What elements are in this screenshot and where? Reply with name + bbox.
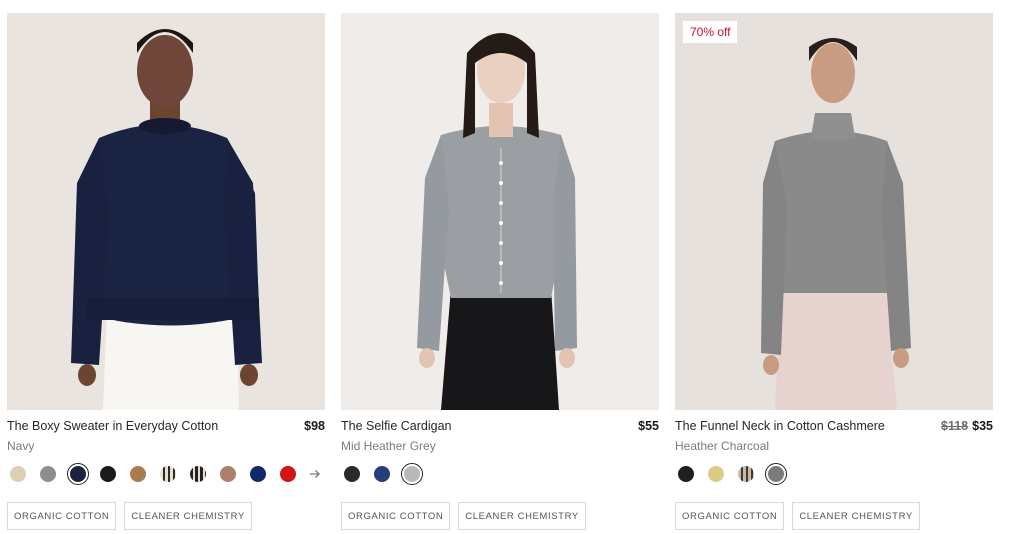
tag-cleaner-chemistry[interactable]: Cleaner Chemistry [458,502,586,530]
product-title[interactable]: The Selfie Cardigan [341,419,451,433]
stripe-black-swatch[interactable] [187,463,209,485]
product-title[interactable]: The Funnel Neck in Cotton Cashmere [675,419,885,433]
navy-swatch[interactable] [67,463,89,485]
tag-organic-cotton[interactable]: Organic Cotton [675,502,785,530]
product-card[interactable]: 70% off The Funnel Neck in Cotton Cashme… [675,13,993,530]
stripe-swatch[interactable] [735,463,757,485]
red-swatch[interactable] [277,463,299,485]
swatch-color-dot [738,466,754,482]
swatch-color-dot [344,466,360,482]
product-price: $55 [638,419,659,433]
heather-grey-swatch[interactable] [401,463,423,485]
black-swatch[interactable] [341,463,363,485]
rose-brown-swatch[interactable] [217,463,239,485]
product-price: $98 [304,419,325,433]
selected-color-name: Mid Heather Grey [341,439,436,453]
swatch-color-dot [280,466,296,482]
black-swatch[interactable] [97,463,119,485]
swatch-color-dot [190,466,206,482]
selected-color-name: Heather Charcoal [675,439,770,453]
color-swatches [7,463,325,485]
swatch-color-dot [70,466,86,482]
swatch-color-dot [768,466,784,482]
swatch-color-dot [374,466,390,482]
swatch-color-dot [250,466,266,482]
product-image[interactable] [7,13,325,410]
product-card[interactable]: The Selfie Cardigan $55 Mid Heather Grey… [341,13,659,530]
product-tags: Organic Cotton Cleaner Chemistry [341,502,659,530]
royal-navy-swatch[interactable] [247,463,269,485]
original-price: $118 [941,419,969,433]
stripe-cream-swatch[interactable] [157,463,179,485]
swatch-color-dot [220,466,236,482]
swatch-color-dot [708,466,724,482]
swatch-color-dot [40,466,56,482]
navy-swatch[interactable] [371,463,393,485]
oat-swatch[interactable] [7,463,29,485]
swatch-color-dot [10,466,26,482]
product-image[interactable]: 70% off [675,13,993,410]
product-title[interactable]: The Boxy Sweater in Everyday Cotton [7,419,218,433]
product-price: $118 $35 [941,419,993,433]
sale-price: $35 [972,419,993,433]
swatch-color-dot [130,466,146,482]
swatch-color-dot [678,466,694,482]
swatch-color-dot [100,466,116,482]
color-swatches [675,463,993,485]
heather-charcoal-swatch[interactable] [765,463,787,485]
sale-badge: 70% off [683,21,738,43]
tag-organic-cotton[interactable]: Organic Cotton [7,502,117,530]
wheat-swatch[interactable] [705,463,727,485]
grey-swatch[interactable] [37,463,59,485]
selected-color-name: Navy [7,439,35,453]
swatch-color-dot [160,466,176,482]
product-image[interactable] [341,13,659,410]
tag-organic-cotton[interactable]: Organic Cotton [341,502,451,530]
tag-cleaner-chemistry[interactable]: Cleaner Chemistry [124,502,252,530]
product-tags: Organic Cotton Cleaner Chemistry [675,502,993,530]
color-swatches [341,463,659,485]
arrow-right-icon[interactable] [307,463,323,485]
black-swatch[interactable] [675,463,697,485]
product-tags: Organic Cotton Cleaner Chemistry [7,502,325,530]
product-card[interactable]: The Boxy Sweater in Everyday Cotton $98 … [7,13,325,530]
camel-swatch[interactable] [127,463,149,485]
swatch-color-dot [404,466,420,482]
tag-cleaner-chemistry[interactable]: Cleaner Chemistry [792,502,920,530]
